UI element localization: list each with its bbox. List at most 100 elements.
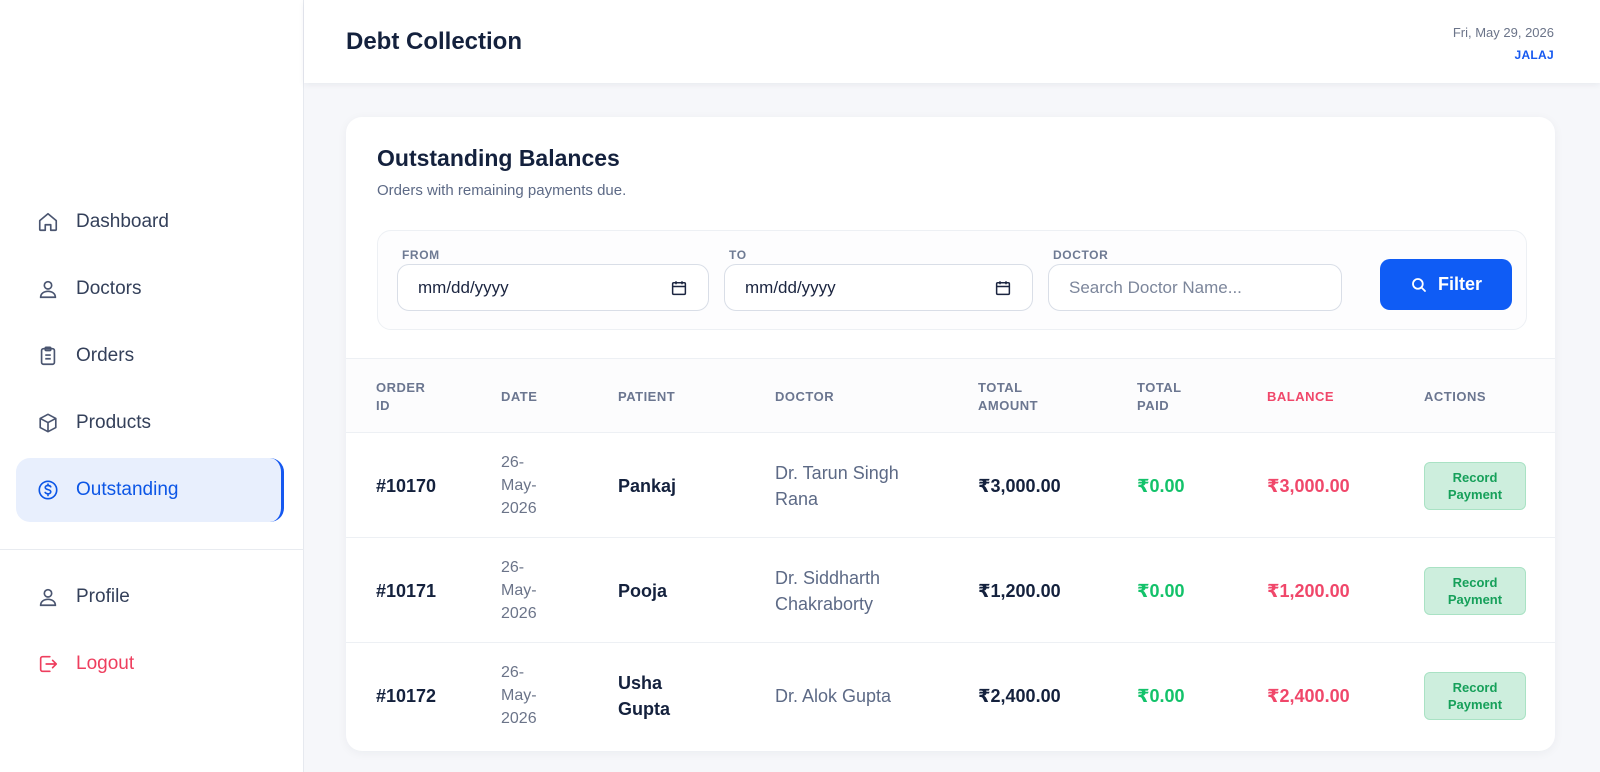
total-amount: ₹1,200.00: [978, 580, 1061, 601]
sidebar-item-dashboard[interactable]: Dashboard: [16, 190, 284, 254]
col-total-paid-line2: PAID: [1137, 397, 1170, 413]
total-paid: ₹0.00: [1137, 580, 1185, 601]
table-header: ORDER ID DATE PATIENT DOCTOR TOTAL AMOUNT …: [346, 358, 1555, 433]
record-payment-label: Payment: [1447, 591, 1503, 607]
order-date: 26- May- 2026: [501, 433, 591, 538]
record-payment-label: Record: [1452, 469, 1498, 485]
dollar-circle-icon: [36, 478, 60, 502]
sidebar-item-label: Products: [76, 412, 151, 433]
actions-cell: Record Payment: [1424, 433, 1544, 538]
sidebar-item-outstanding[interactable]: Outstanding: [16, 458, 284, 522]
total-amount: ₹3,000.00: [978, 475, 1061, 496]
sidebar-item-profile[interactable]: Profile: [16, 565, 284, 629]
patient-name-text: Usha: [618, 672, 663, 693]
patient-name-text: Gupta: [618, 698, 670, 719]
from-date-value: mm/dd/yyyy: [418, 277, 509, 297]
col-total-amount[interactable]: TOTAL AMOUNT: [978, 359, 1128, 434]
record-payment-label: Payment: [1447, 696, 1503, 712]
calendar-icon[interactable]: [670, 279, 688, 297]
sidebar-item-label: Profile: [76, 586, 130, 607]
home-icon: [36, 210, 60, 234]
col-balance[interactable]: BALANCE: [1267, 359, 1417, 434]
doctor-name-line: Dr. Tarun Singh: [775, 462, 899, 483]
doctor-name-line: Rana: [775, 488, 819, 509]
col-total-paid-line1: TOTAL: [1137, 379, 1182, 395]
order-id[interactable]: #10171: [376, 538, 486, 643]
date-part: 26-: [501, 559, 525, 576]
sidebar-bottom-nav: Profile Logout: [16, 565, 284, 699]
outstanding-card: Outstanding Balances Orders with remaini…: [346, 117, 1555, 751]
clipboard-icon: [36, 344, 60, 368]
col-total-amount-line1: TOTAL: [978, 379, 1023, 395]
order-id[interactable]: #10170: [376, 433, 486, 538]
table-row: #10170 26- May- 2026 Pankaj Dr. Tarun Sing…: [346, 433, 1555, 538]
patient-name: Pooja: [618, 538, 753, 643]
col-order-id-line2: ID: [376, 397, 390, 413]
from-label: FROM: [402, 248, 440, 262]
patient-name-text: Pooja: [618, 580, 668, 601]
to-date-value: mm/dd/yyyy: [745, 277, 836, 297]
col-doctor[interactable]: DOCTOR: [775, 359, 955, 434]
record-payment-button[interactable]: Record Payment: [1424, 566, 1526, 615]
doctor-search-input[interactable]: Search Doctor Name...: [1048, 264, 1342, 311]
record-payment-label: Payment: [1447, 486, 1503, 502]
col-date[interactable]: DATE: [501, 359, 591, 434]
doctor-name-line: Dr. Alok Gupta: [775, 685, 892, 706]
date-part: 2026: [501, 710, 537, 727]
doctor-name-line: Chakraborty: [775, 593, 874, 614]
date-part: 26-: [501, 664, 525, 681]
filter-button[interactable]: Filter: [1380, 259, 1512, 310]
top-header: Debt Collection Fri, May 29, 2026 JALAJ: [304, 0, 1600, 83]
from-date-input[interactable]: mm/dd/yyyy: [397, 264, 709, 311]
actions-cell: Record Payment: [1424, 643, 1544, 748]
total-amount: ₹2,400.00: [978, 685, 1061, 706]
sidebar-item-orders[interactable]: Orders: [16, 324, 284, 388]
date-part: May-: [501, 687, 537, 704]
total-paid: ₹0.00: [1137, 685, 1185, 706]
record-payment-label: Record: [1452, 574, 1498, 590]
page-title: Debt Collection: [346, 28, 523, 55]
date-part: 2026: [501, 500, 537, 517]
sidebar-nav: Dashboard Doctors Orders Products Outsta…: [16, 190, 284, 525]
sidebar-item-doctors[interactable]: Doctors: [16, 257, 284, 321]
record-payment-label: Record: [1452, 679, 1498, 695]
user-icon: [36, 585, 60, 609]
patient-name-text: Pankaj: [618, 475, 677, 496]
doctor-name-line: Dr. Siddharth: [775, 567, 881, 588]
col-actions: ACTIONS: [1424, 388, 1486, 404]
header-user[interactable]: JALAJ: [1514, 48, 1554, 62]
card-subtitle: Orders with remaining payments due.: [377, 182, 627, 199]
sidebar-item-label: Doctors: [76, 278, 142, 299]
date-part: May-: [501, 477, 537, 494]
to-date-input[interactable]: mm/dd/yyyy: [724, 264, 1033, 311]
patient-name: Pankaj: [618, 433, 753, 538]
sidebar-divider: [0, 549, 304, 550]
user-icon: [36, 277, 60, 301]
col-order-id[interactable]: ORDER ID: [376, 359, 486, 434]
col-patient[interactable]: PATIENT: [618, 359, 753, 434]
sidebar-item-label: Logout: [76, 653, 135, 674]
calendar-icon[interactable]: [994, 279, 1012, 297]
table-row: #10171 26- May- 2026 Pooja Dr. Siddharth Ch…: [346, 538, 1555, 643]
order-date: 26- May- 2026: [501, 538, 591, 643]
logout-icon: [36, 652, 60, 676]
col-total-paid[interactable]: TOTAL PAID: [1137, 359, 1247, 434]
sidebar-item-label: Outstanding: [76, 479, 179, 500]
sidebar-item-products[interactable]: Products: [16, 391, 284, 455]
col-total-amount-line2: AMOUNT: [978, 397, 1039, 413]
sidebar: Dashboard Doctors Orders Products Outsta…: [0, 0, 304, 772]
doctor-name: Dr. Tarun Singh Rana: [775, 433, 955, 538]
filter-button-label: Filter: [1437, 274, 1482, 294]
date-part: May-: [501, 582, 537, 599]
record-payment-button[interactable]: Record Payment: [1424, 461, 1526, 510]
doctor-label: DOCTOR: [1053, 248, 1109, 262]
date-part: 2026: [501, 605, 537, 622]
doctor-name: Dr. Alok Gupta: [775, 643, 955, 748]
filter-panel: FROM mm/dd/yyyy TO mm/dd/yyyy DOCTOR Sea…: [377, 230, 1527, 330]
patient-name: Usha Gupta: [618, 643, 753, 748]
to-label: TO: [729, 248, 747, 262]
record-payment-button[interactable]: Record Payment: [1424, 671, 1526, 720]
sidebar-item-logout[interactable]: Logout: [16, 632, 284, 696]
table-row: #10172 26- May- 2026 Usha Gupta Dr. Alok Gu…: [346, 643, 1555, 748]
order-id[interactable]: #10172: [376, 643, 486, 748]
